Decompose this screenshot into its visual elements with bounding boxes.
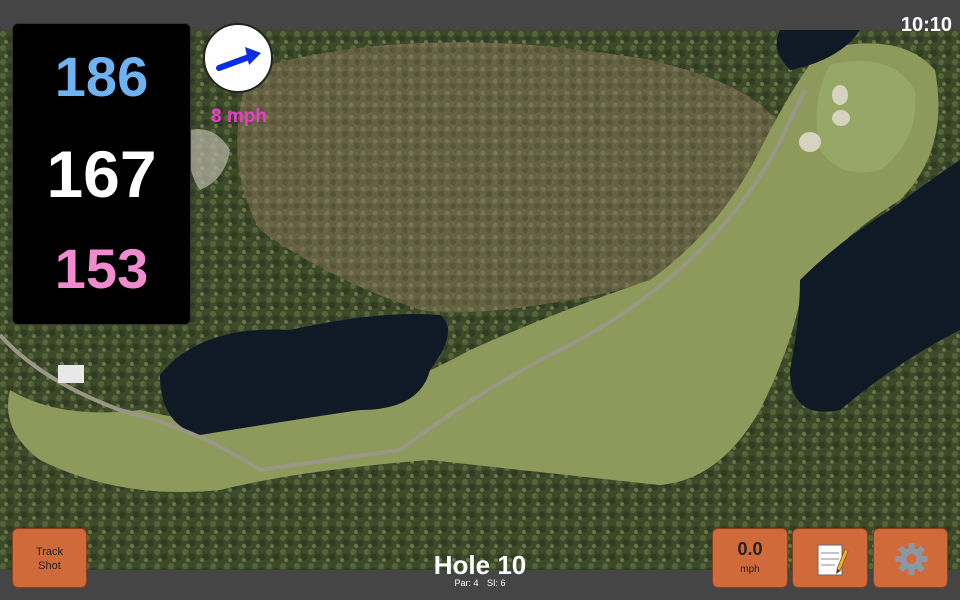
- bunker-3: [799, 132, 821, 152]
- arrow-right-icon: [216, 47, 261, 71]
- speed-unit: mph: [740, 564, 760, 575]
- bunker-2: [832, 110, 850, 126]
- hole-si: SI: 6: [487, 578, 506, 588]
- hole-par: Par: 4: [454, 578, 479, 588]
- track-shot-label-2: Shot: [38, 560, 61, 572]
- bunker-1: [832, 85, 848, 105]
- notes-button[interactable]: [792, 528, 868, 588]
- settings-button[interactable]: [873, 528, 948, 588]
- hole-title: Hole 10: [433, 550, 527, 580]
- gear-icon: [895, 543, 928, 575]
- building: [58, 365, 84, 383]
- distance-middle: 167: [46, 137, 157, 211]
- clock: 10:10: [900, 14, 952, 36]
- track-shot-button[interactable]: Track Shot: [12, 528, 87, 588]
- distance-front: 153: [54, 237, 149, 300]
- wind-indicator: [203, 23, 273, 93]
- speed-button[interactable]: 0.0 mph: [712, 528, 788, 588]
- distance-back: 186: [54, 45, 149, 108]
- wind-speed: 8 mph: [211, 106, 267, 127]
- notepad-icon: [817, 544, 849, 576]
- distance-panel: 186 167 153: [12, 23, 191, 325]
- track-shot-label-1: Track: [35, 546, 64, 558]
- speed-value: 0.0: [737, 539, 763, 559]
- hole-info: Par: 4 SI: 6: [380, 578, 580, 588]
